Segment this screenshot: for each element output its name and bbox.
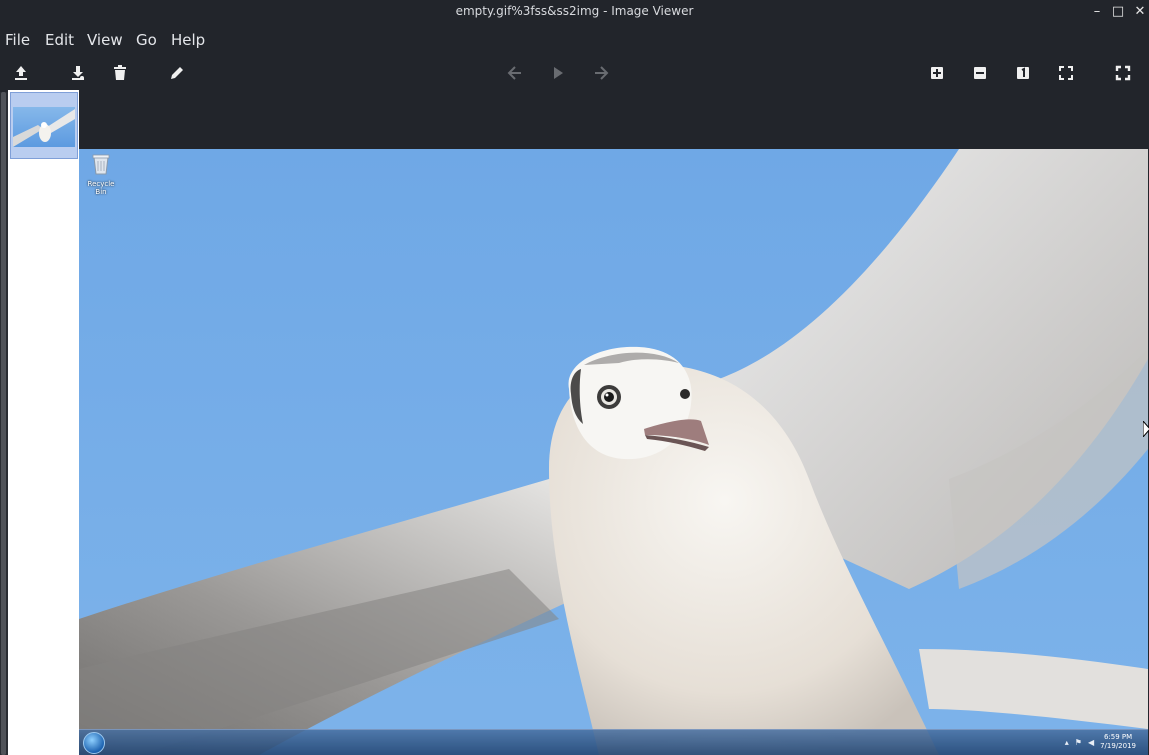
recycle-bin-icon	[92, 154, 110, 175]
arrow-left-icon	[507, 66, 521, 80]
tray-date: 7/19/2019	[1100, 742, 1136, 750]
image-viewer-window: empty.gif%3fss&ss2img - Image Viewer – □…	[0, 0, 1149, 755]
arrow-right-icon	[595, 66, 609, 80]
volume-icon: ◀	[1087, 737, 1095, 747]
recycle-bin-label: Recycle Bin	[87, 180, 115, 196]
download-button[interactable]	[67, 62, 89, 84]
previous-button[interactable]	[504, 62, 526, 84]
zoom-out-icon	[974, 67, 986, 79]
edit-button[interactable]	[166, 62, 188, 84]
mouse-cursor-icon	[1143, 421, 1149, 437]
close-button[interactable]: ✕	[1129, 2, 1149, 22]
tray-time: 6:59 PM	[1103, 733, 1133, 741]
thumbnail-item[interactable]	[10, 92, 78, 159]
next-button[interactable]	[590, 62, 612, 84]
menu-bar: File Edit View Go Help	[0, 27, 1149, 53]
seagull-image	[79, 149, 1148, 755]
menu-edit[interactable]: Edit	[45, 31, 74, 49]
actual-size-button[interactable]	[1012, 62, 1034, 84]
play-icon	[554, 67, 563, 79]
minimize-button[interactable]: –	[1086, 2, 1108, 22]
fullscreen-button[interactable]	[1112, 62, 1134, 84]
windows-taskbar: ▴ ⚑ ◀ 6:59 PM 7/19/2019	[79, 729, 1148, 755]
upload-button[interactable]	[10, 62, 32, 84]
toolbar	[0, 56, 1149, 90]
tray-clock: 6:59 PM 7/19/2019	[1100, 733, 1136, 751]
zoom-in-button[interactable]	[926, 62, 948, 84]
fit-icon	[1059, 66, 1073, 80]
left-scrollbar[interactable]	[0, 92, 8, 755]
upload-icon	[15, 66, 27, 80]
menu-view[interactable]: View	[87, 31, 123, 49]
menu-help[interactable]: Help	[171, 31, 205, 49]
displayed-image: Recycle Bin ▴ ⚑ ◀ 6:59 PM 7/19/2019	[79, 149, 1148, 755]
title-bar: empty.gif%3fss&ss2img - Image Viewer – □…	[0, 0, 1149, 24]
play-button[interactable]	[547, 62, 569, 84]
actual-size-icon	[1017, 67, 1029, 79]
delete-button[interactable]	[109, 62, 131, 84]
pencil-icon	[171, 67, 183, 79]
system-tray: ▴ ⚑ ◀ 6:59 PM 7/19/2019	[1065, 733, 1136, 751]
maximize-button[interactable]: □	[1107, 2, 1129, 22]
thumbnail-image	[13, 107, 75, 147]
start-orb-icon	[83, 732, 105, 754]
flag-icon: ⚑	[1074, 737, 1082, 747]
thumbnail-panel	[8, 90, 79, 755]
download-icon	[72, 66, 84, 80]
fit-to-window-button[interactable]	[1055, 62, 1077, 84]
window-title: empty.gif%3fss&ss2img - Image Viewer	[455, 4, 694, 18]
fullscreen-icon	[1115, 65, 1131, 81]
zoom-in-icon	[931, 67, 943, 79]
image-canvas[interactable]: Recycle Bin ▴ ⚑ ◀ 6:59 PM 7/19/2019	[79, 90, 1149, 755]
tray-arrow-icon: ▴	[1064, 737, 1069, 747]
trash-icon	[114, 65, 126, 80]
menu-go[interactable]: Go	[136, 31, 157, 49]
menu-file[interactable]: File	[5, 31, 30, 49]
recycle-bin-desktop-icon: Recycle Bin	[81, 153, 121, 196]
zoom-out-button[interactable]	[969, 62, 991, 84]
scrollbar-thumb[interactable]	[1, 92, 6, 755]
